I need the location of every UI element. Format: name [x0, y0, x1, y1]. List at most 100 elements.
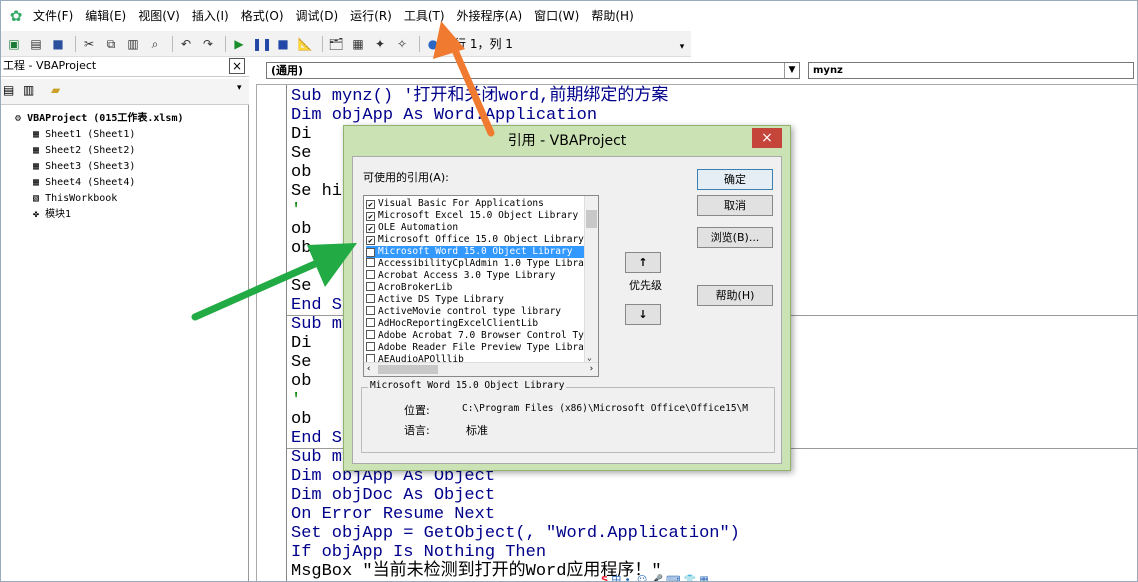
code-line[interactable]: Se	[291, 353, 311, 372]
code-line[interactable]: ob	[291, 410, 311, 429]
tree-item-module1[interactable]: ✤ 模块1	[33, 207, 71, 223]
code-line[interactable]: Se	[291, 277, 311, 296]
menu-file[interactable]: 文件(F)	[27, 1, 79, 31]
menu-insert[interactable]: 插入(I)	[186, 1, 235, 31]
tree-item-sheet1[interactable]: ▦ Sheet1 (Sheet1)	[33, 127, 135, 143]
properties-icon[interactable]: ▦	[349, 35, 367, 53]
tree-item-sheet4[interactable]: ▦ Sheet4 (Sheet4)	[33, 175, 135, 191]
toolbar-overflow-icon[interactable]: ▾	[677, 39, 687, 55]
reference-item[interactable]: AccessibilityCplAdmin 1.0 Type Library	[366, 258, 590, 270]
checkbox-icon[interactable]	[366, 270, 375, 279]
object-combo[interactable]: (通用) ▼	[266, 62, 800, 79]
copy-icon[interactable]: ⧉	[102, 35, 120, 53]
reference-item[interactable]: ✔ OLE Automation	[366, 222, 590, 234]
undo-icon[interactable]: ↶	[177, 35, 195, 53]
scroll-arrow-icon[interactable]: ▾	[237, 83, 242, 93]
skin-icon[interactable]: 👕	[684, 575, 696, 581]
reference-item[interactable]: ActiveMovie control type library	[366, 306, 590, 318]
voice-icon[interactable]: 🎤	[650, 575, 662, 581]
checkbox-checked-icon[interactable]: ✔	[366, 224, 375, 233]
code-line[interactable]: Set objApp = GetObject(, "Word.Applicati…	[291, 524, 740, 543]
cancel-button[interactable]: 取消	[697, 195, 773, 216]
code-line[interactable]: ob	[291, 372, 311, 391]
cut-icon[interactable]: ✂	[80, 35, 98, 53]
menu-help[interactable]: 帮助(H)	[585, 1, 639, 31]
menu-format[interactable]: 格式(O)	[235, 1, 290, 31]
reference-item[interactable]: AdHocReportingExcelClientLib	[366, 318, 590, 330]
punctuation-icon[interactable]: •,	[625, 575, 634, 581]
reference-item[interactable]: AcroBrokerLib	[366, 282, 590, 294]
code-line[interactable]: Di	[291, 125, 311, 144]
horizontal-scrollbar[interactable]: ‹ ›	[364, 362, 598, 376]
ime-mode-icon[interactable]: 中	[611, 575, 621, 581]
checkbox-icon[interactable]	[366, 342, 375, 351]
toggle-folders-icon[interactable]: ▰	[51, 83, 60, 97]
menu-window[interactable]: 窗口(W)	[528, 1, 585, 31]
view-code-icon[interactable]: ▤	[3, 83, 14, 97]
code-line[interactable]: '	[291, 391, 301, 410]
priority-up-button[interactable]: ↑	[625, 252, 661, 273]
ok-button[interactable]: 确定	[697, 169, 773, 190]
code-line[interactable]: If objApp Is Nothing Then	[291, 543, 546, 562]
browse-button[interactable]: 浏览(B)...	[697, 227, 773, 248]
reference-item[interactable]: ✔ Microsoft Office 15.0 Object Library	[366, 234, 590, 246]
save-icon[interactable]: ■	[49, 35, 67, 53]
ime-toolbar[interactable]: S 中 •, ☺ 🎤 ⌨ 👕 ▦	[601, 571, 811, 581]
run-icon[interactable]: ▶	[230, 35, 248, 53]
reset-icon[interactable]: ■	[274, 35, 292, 53]
paste-icon[interactable]: ▥	[124, 35, 142, 53]
checkbox-icon[interactable]	[366, 330, 375, 339]
insert-form-icon[interactable]: ▤	[27, 35, 45, 53]
checkbox-checked-icon[interactable]: ✔	[366, 236, 375, 245]
keyboard-icon[interactable]: ⌨	[666, 575, 680, 581]
reference-item[interactable]: Adobe Reader File Preview Type Library	[366, 342, 590, 354]
code-line[interactable]: Di	[291, 334, 311, 353]
help-button[interactable]: 帮助(H)	[697, 285, 773, 306]
code-line[interactable]: Dim objApp As Word.Application	[291, 106, 597, 125]
menu-tools[interactable]: 工具(T)	[398, 1, 451, 31]
tree-item-sheet3[interactable]: ▦ Sheet3 (Sheet3)	[33, 159, 135, 175]
chevron-left-icon[interactable]: ‹	[366, 364, 371, 374]
code-line[interactable]: On Error Resume Next	[291, 505, 495, 524]
chevron-right-icon[interactable]: ›	[589, 364, 594, 374]
reference-item[interactable]: Adobe Acrobat 7.0 Browser Control Type	[366, 330, 590, 342]
tree-item-vbaproject[interactable]: ⚙ VBAProject (015工作表.xlsm)	[15, 111, 184, 127]
checkbox-checked-icon[interactable]: ✔	[366, 212, 375, 221]
menu-debug[interactable]: 调试(D)	[290, 1, 345, 31]
help-icon[interactable]: ●	[424, 35, 442, 53]
chevron-down-icon[interactable]: ⌄	[587, 353, 592, 362]
toolbox-icon[interactable]: ✧	[393, 35, 411, 53]
menu-addins[interactable]: 外接程序(A)	[451, 1, 529, 31]
procedure-combo[interactable]: mynz ▼	[808, 62, 1134, 79]
checkbox-icon[interactable]	[366, 318, 375, 327]
object-browser-icon[interactable]: ✦	[371, 35, 389, 53]
priority-down-button[interactable]: ↓	[625, 304, 661, 325]
sogou-icon[interactable]: S	[601, 575, 608, 581]
code-line[interactable]: ob	[291, 163, 311, 182]
code-line[interactable]: Sub mynz() '打开和关闭word,前期绑定的方案	[291, 87, 668, 106]
excel-view-icon[interactable]: ▣	[5, 35, 23, 53]
emoji-icon[interactable]: ☺	[637, 575, 647, 581]
vertical-scrollbar[interactable]: ⌄	[584, 196, 598, 362]
checkbox-icon[interactable]	[366, 282, 375, 291]
reference-item[interactable]: ✔ Visual Basic For Applications	[366, 198, 590, 210]
reference-item[interactable]: Acrobat Access 3.0 Type Library	[366, 270, 590, 282]
checkbox-icon[interactable]	[366, 258, 375, 267]
design-mode-icon[interactable]: 📐	[296, 35, 314, 53]
tree-item-thisworkbook[interactable]: ▧ ThisWorkbook	[33, 191, 117, 207]
references-list[interactable]: ✔ Visual Basic For Applications ✔ Microsoft…	[363, 195, 599, 377]
menu-view[interactable]: 视图(V)	[132, 1, 186, 31]
close-icon[interactable]: ×	[752, 128, 782, 148]
reference-item[interactable]: Active DS Type Library	[366, 294, 590, 306]
code-line[interactable]: '	[291, 201, 301, 220]
reference-item[interactable]: ✔ Microsoft Excel 15.0 Object Library	[366, 210, 590, 222]
menu-edit[interactable]: 编辑(E)	[79, 1, 132, 31]
tree-item-sheet2[interactable]: ▦ Sheet2 (Sheet2)	[33, 143, 135, 159]
view-object-icon[interactable]: ▥	[23, 83, 34, 97]
code-line[interactable]: ob	[291, 239, 311, 258]
checkbox-checked-icon[interactable]: ✔	[366, 200, 375, 209]
code-line[interactable]: Se	[291, 144, 311, 163]
checkbox-icon[interactable]	[366, 294, 375, 303]
checkbox-icon[interactable]	[366, 306, 375, 315]
code-line[interactable]: Dim objDoc As Object	[291, 486, 495, 505]
